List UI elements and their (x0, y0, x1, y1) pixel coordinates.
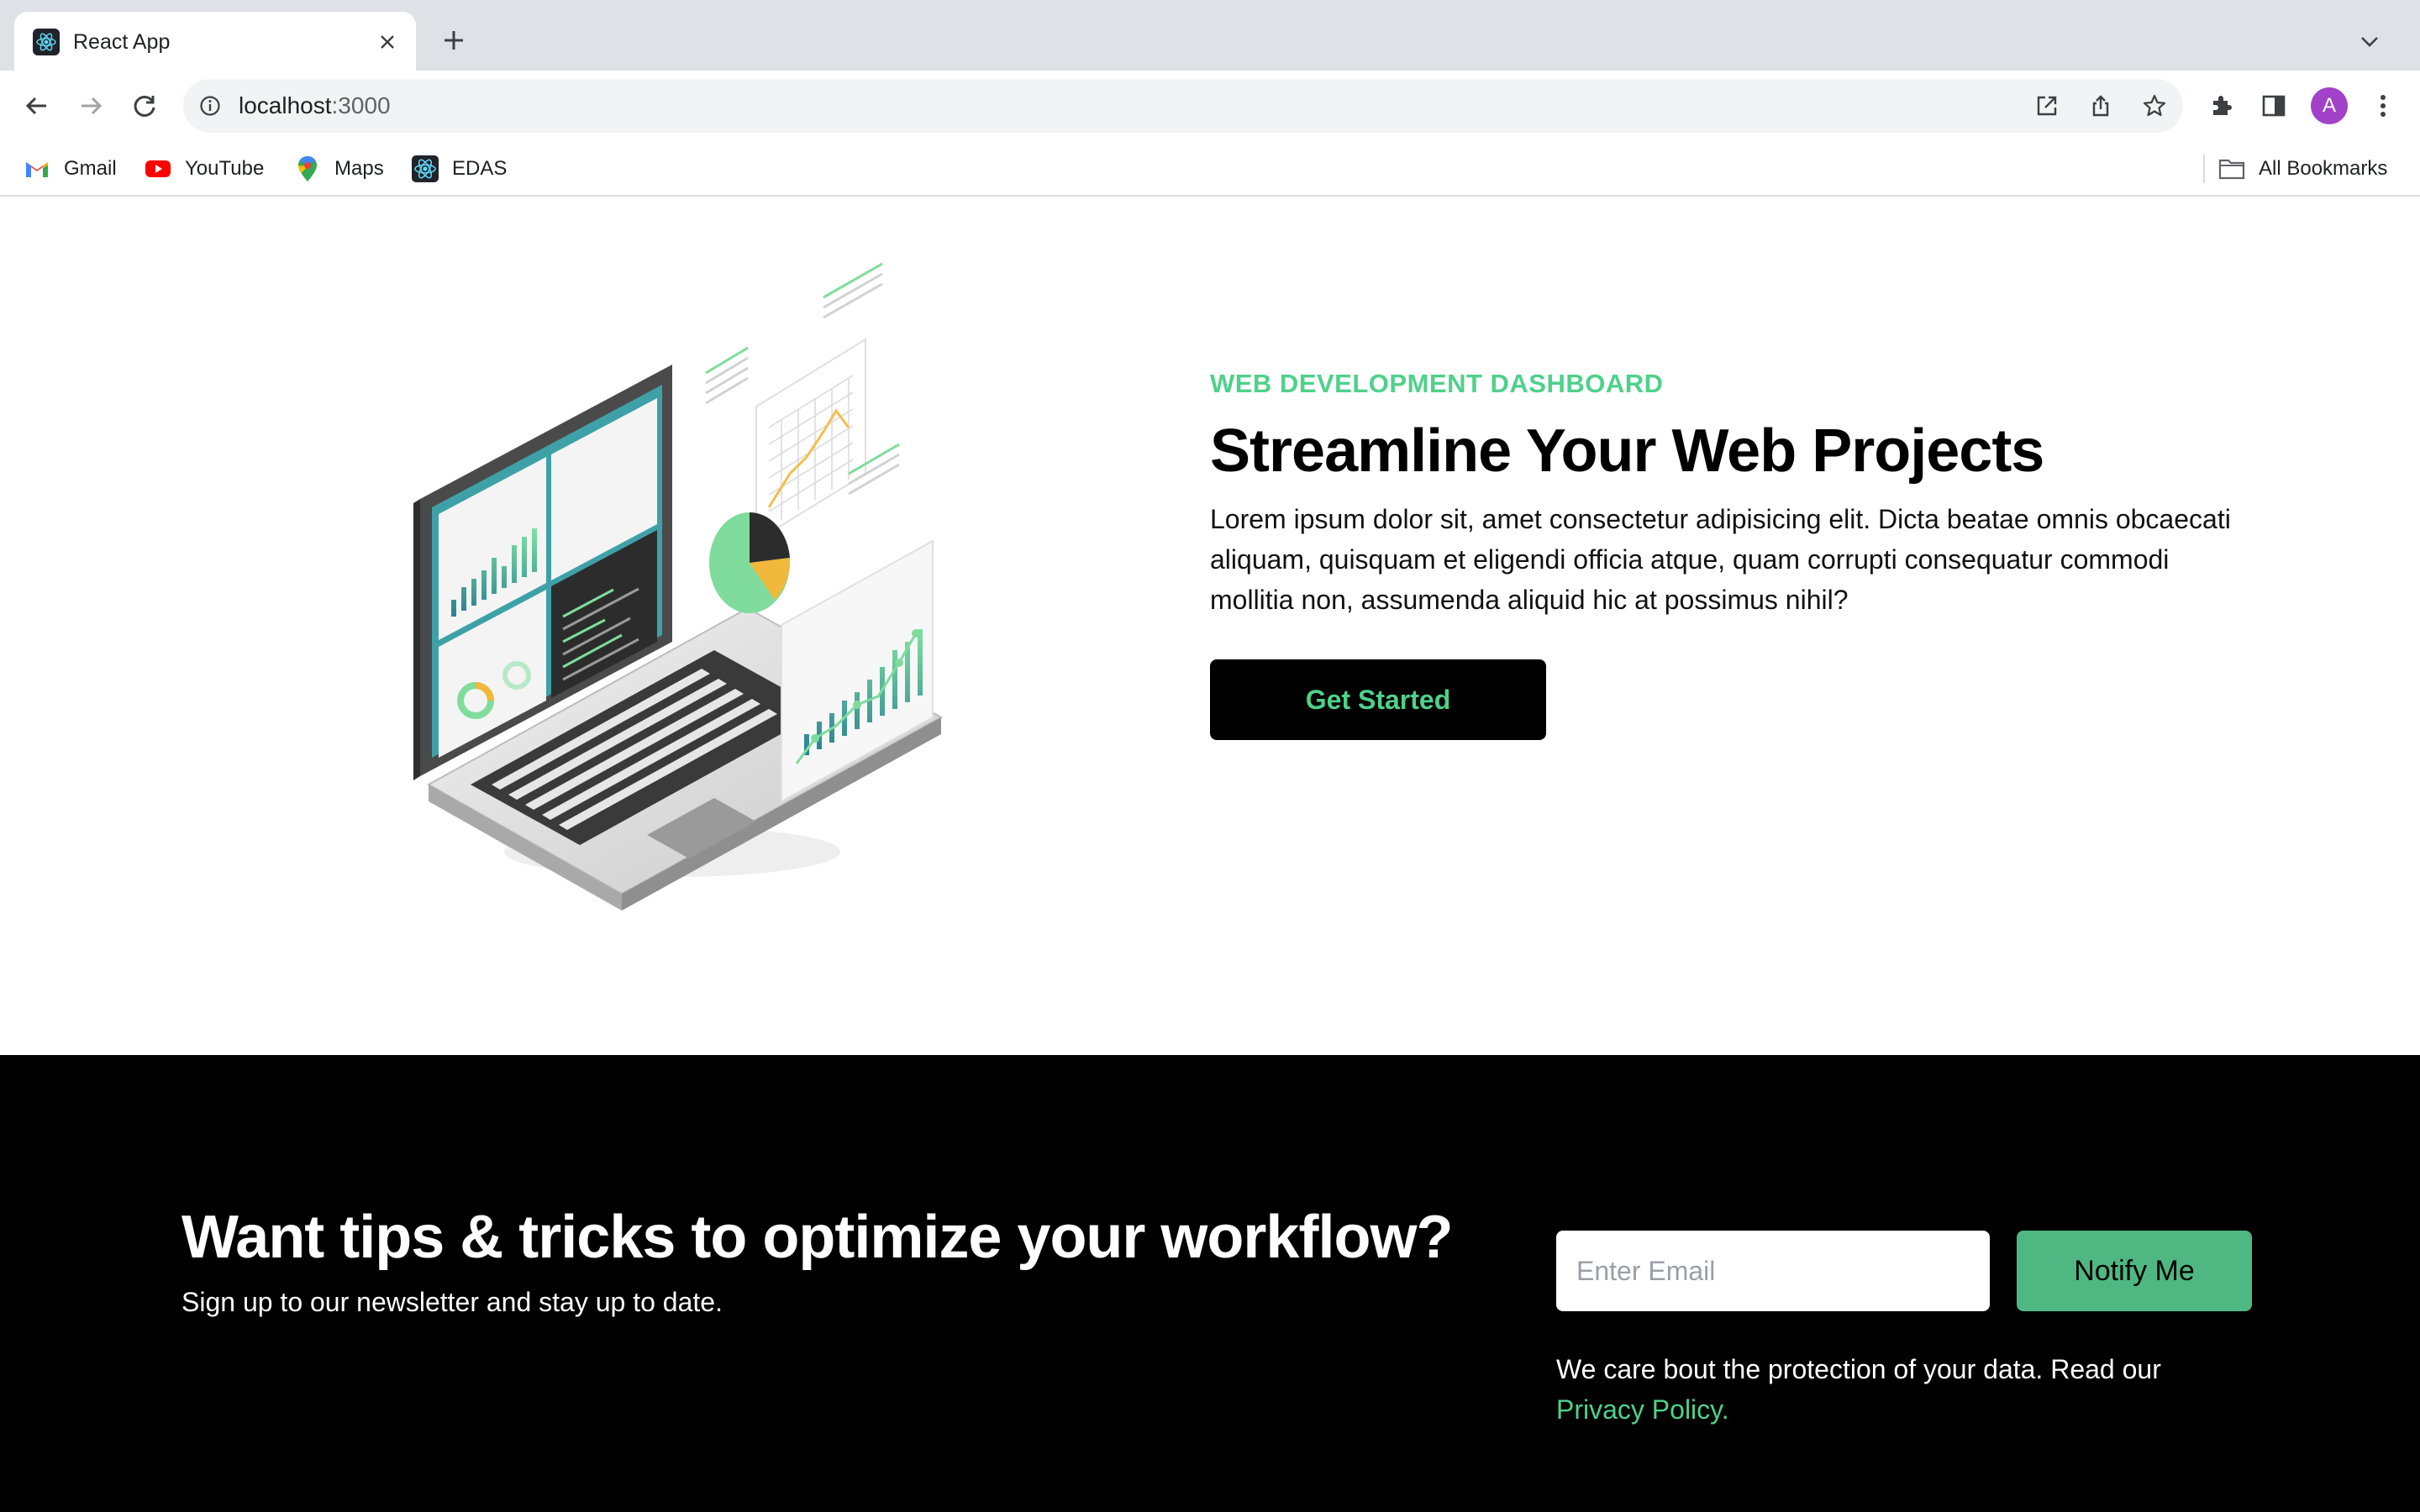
more-menu-icon[interactable] (2365, 87, 2402, 124)
bookmark-label: Maps (334, 157, 384, 180)
bookmark-gmail[interactable]: Gmail (24, 155, 117, 183)
gmail-icon (24, 155, 50, 182)
open-in-new-icon[interactable] (2032, 91, 2062, 121)
get-started-button[interactable]: Get Started (1210, 659, 1546, 740)
tab-search-chevron-icon[interactable] (2353, 25, 2386, 59)
folder-icon (2218, 155, 2245, 182)
hero-description: Lorem ipsum dolor sit, amet consectetur … (1210, 504, 2231, 615)
hero-title: Streamline Your Web Projects (1210, 417, 2044, 485)
close-tab-icon[interactable] (372, 27, 402, 57)
newsletter-subtitle: Sign up to our newsletter and stay up to… (182, 1287, 723, 1317)
bookmark-star-icon[interactable] (2139, 91, 2170, 121)
bookmarks-divider (2203, 155, 2205, 183)
side-panel-icon[interactable] (2255, 87, 2292, 124)
react-logo-icon (33, 29, 60, 55)
bookmark-label: Gmail (64, 157, 117, 180)
bookmark-edas[interactable]: EDAS (412, 155, 507, 183)
forward-arrow-icon[interactable] (72, 87, 109, 124)
all-bookmarks-label: All Bookmarks (2259, 157, 2388, 180)
privacy-note: We care bout the protection of your data… (1556, 1349, 2245, 1430)
hero-eyebrow: WEB DEVELOPMENT DASHBOARD (1210, 369, 1664, 398)
email-input[interactable] (1556, 1231, 1990, 1311)
bookmark-label: YouTube (185, 157, 265, 180)
bookmarks-bar: Gmail YouTube Maps EDAS All Bookmarks (0, 141, 2420, 197)
site-info-icon[interactable] (197, 92, 224, 119)
newsletter-title: Want tips & tricks to optimize your work… (182, 1204, 1453, 1271)
bookmark-youtube[interactable]: YouTube (145, 155, 264, 183)
youtube-icon (145, 155, 171, 182)
notify-me-button[interactable]: Notify Me (2017, 1231, 2252, 1311)
privacy-text: We care bout the protection of your data… (1556, 1354, 2161, 1384)
tab-strip: React App (0, 0, 2420, 71)
extensions-puzzle-icon[interactable] (2203, 87, 2240, 124)
browser-toolbar: localhost:3000 A (0, 71, 2420, 141)
share-icon[interactable] (2086, 91, 2116, 121)
bookmark-label: EDAS (452, 157, 508, 180)
back-arrow-icon[interactable] (18, 87, 55, 124)
url-host: localhost (239, 92, 332, 118)
profile-avatar[interactable]: A (2311, 87, 2348, 124)
reload-icon[interactable] (126, 87, 163, 124)
maps-icon (294, 155, 321, 182)
url-port: :3000 (331, 92, 391, 118)
all-bookmarks-button[interactable]: All Bookmarks (2218, 155, 2387, 183)
tab-title: React App (73, 30, 171, 54)
react-logo-icon (412, 155, 439, 182)
laptop-dashboard-illustration (395, 247, 983, 927)
hero-section: WEB DEVELOPMENT DASHBOARD Streamline You… (0, 197, 2420, 1055)
browser-tab[interactable]: React App (14, 12, 416, 71)
newsletter-section: Want tips & tricks to optimize your work… (0, 1055, 2420, 1512)
browser-chrome: React App localhost:3000 A Gmail YouTube… (0, 0, 2420, 197)
privacy-policy-link[interactable]: Privacy Policy. (1556, 1394, 1729, 1425)
url-text: localhost:3000 (239, 91, 391, 121)
bookmark-maps[interactable]: Maps (294, 155, 384, 183)
address-bar[interactable]: localhost:3000 (183, 79, 2183, 133)
new-tab-icon[interactable] (437, 24, 471, 57)
